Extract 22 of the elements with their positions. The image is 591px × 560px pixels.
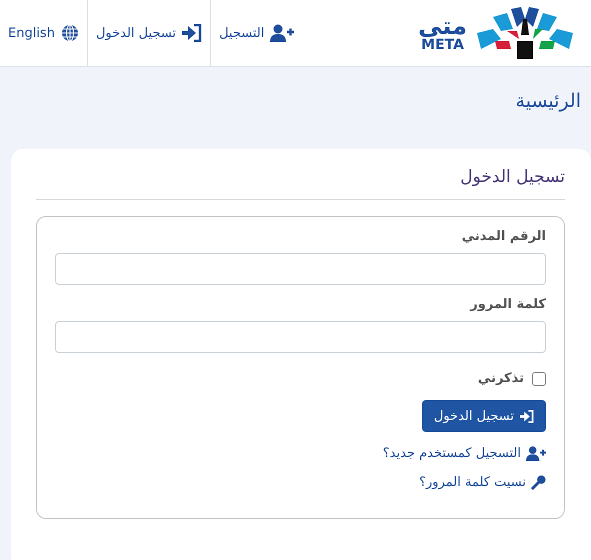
globe-icon bbox=[60, 24, 79, 42]
logo-arabic-text: متى bbox=[418, 14, 467, 38]
logo-latin-text: META bbox=[421, 38, 464, 52]
user-plus-icon bbox=[270, 24, 294, 42]
register-link[interactable]: التسجيل كمستخدم جديد؟ bbox=[382, 446, 546, 461]
page-title: الرئيسية bbox=[516, 90, 581, 112]
key-icon bbox=[531, 475, 546, 490]
user-plus-icon bbox=[526, 446, 546, 461]
field-label: كلمة المرور bbox=[470, 297, 546, 312]
register-link[interactable]: التسجيل bbox=[210, 0, 302, 66]
forgot-password-link[interactable]: نسيت كلمة المرور؟ bbox=[419, 475, 546, 490]
checkbox[interactable] bbox=[532, 372, 546, 386]
card-title: تسجيل الدخول bbox=[36, 167, 565, 200]
input-field[interactable] bbox=[55, 253, 546, 285]
input-field[interactable] bbox=[55, 321, 546, 353]
login-button[interactable]: تسجيل الدخول bbox=[422, 400, 546, 432]
remember-label: تذكرني bbox=[478, 371, 524, 386]
login-link[interactable]: تسجيل الدخول bbox=[86, 0, 210, 66]
field-label: الرقم المدني bbox=[462, 229, 546, 244]
sign-in-icon bbox=[520, 410, 534, 422]
sign-in-icon bbox=[182, 24, 202, 42]
language-link[interactable]: English bbox=[0, 0, 87, 66]
